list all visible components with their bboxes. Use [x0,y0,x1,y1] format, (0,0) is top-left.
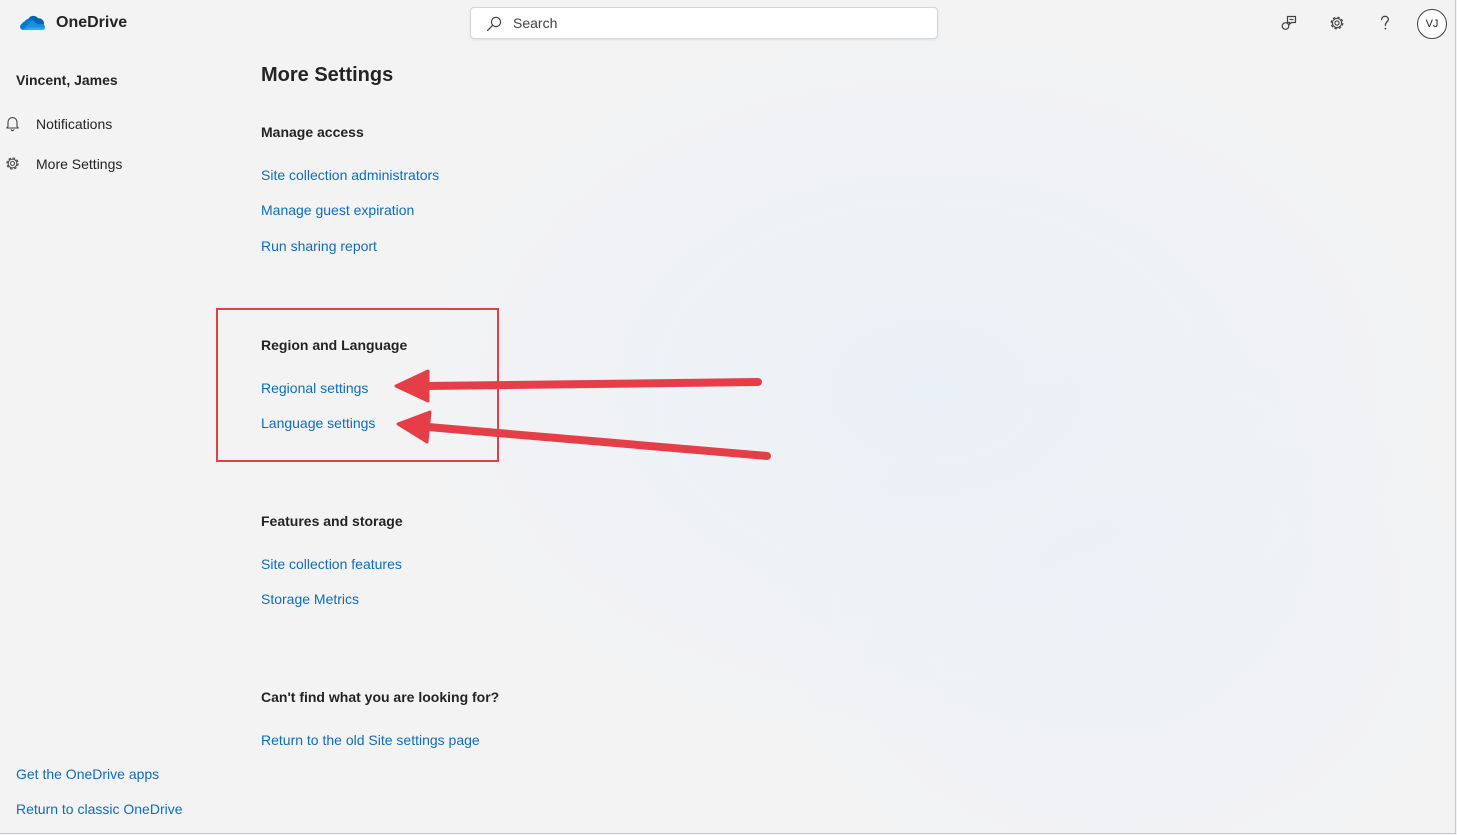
run-sharing-report-link[interactable]: Run sharing report [261,238,377,254]
manage-guest-expiration-link[interactable]: Manage guest expiration [261,202,414,218]
arrow-to-language-settings [396,410,771,460]
sidebar-item-more-settings[interactable]: More Settings [4,155,122,172]
help-icon[interactable] [1376,14,1394,32]
onedrive-window: OneDrive VJ Vincent, James Notifications [0,0,1456,834]
sidebar-item-label: Notifications [36,115,113,132]
return-to-classic-onedrive-link[interactable]: Return to classic OneDrive [16,801,183,817]
sidebar-item-label: More Settings [36,155,123,172]
bell-icon [6,117,19,132]
avatar[interactable]: VJ [1417,9,1447,39]
sidebar-item-notifications[interactable]: Notifications [4,115,112,132]
arrow-to-regional-settings [394,369,762,403]
app-name: OneDrive [56,14,128,31]
chat-feedback-icon[interactable] [1280,14,1298,32]
return-to-old-site-settings-link[interactable]: Return to the old Site settings page [261,732,480,748]
section-heading-manage-access: Manage access [261,124,364,140]
get-onedrive-apps-link[interactable]: Get the OneDrive apps [16,766,159,782]
user-name: Vincent, James [16,72,118,88]
settings-gear-icon[interactable] [1328,14,1346,32]
gear-icon [6,157,19,170]
site-collection-administrators-link[interactable]: Site collection administrators [261,167,439,183]
search-box[interactable] [470,7,938,39]
onedrive-cloud-icon [20,15,46,30]
brand[interactable]: OneDrive [18,12,127,34]
storage-metrics-link[interactable]: Storage Metrics [261,591,359,607]
site-collection-features-link[interactable]: Site collection features [261,556,402,572]
search-icon [486,16,502,32]
section-heading-features-storage: Features and storage [261,513,403,529]
section-heading-cant-find: Can't find what you are looking for? [261,689,500,705]
annotation-arrows [394,369,771,460]
search-input[interactable] [513,8,913,38]
page-title: More Settings [261,64,394,86]
